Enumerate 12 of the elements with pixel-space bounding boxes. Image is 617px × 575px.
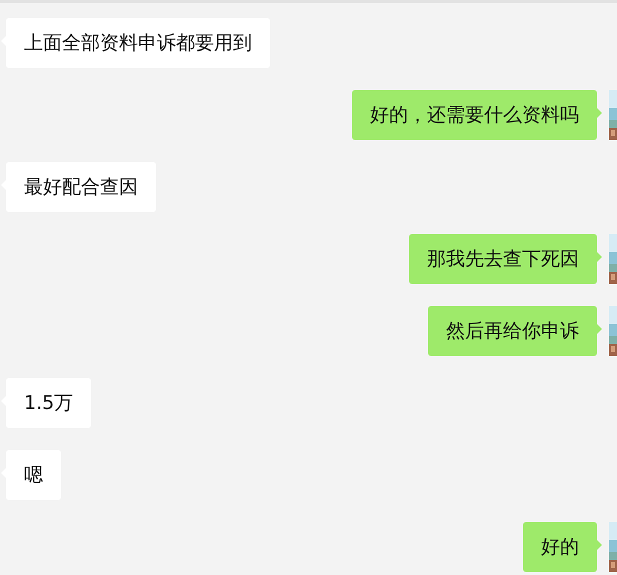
message-bubble: 那我先去查下死因: [409, 234, 597, 284]
message-bubble: 1.5万: [6, 378, 92, 428]
message-bubble: 然后再给你申诉: [428, 306, 597, 356]
bubble-tail-icon: [597, 540, 602, 550]
message-bubble: 好的，还需要什么资料吗: [352, 90, 597, 140]
bubble-tail-icon: [597, 324, 602, 334]
message-bubble: 好的: [523, 522, 597, 572]
bubble-tail-icon: [597, 252, 602, 262]
message-bubble: 嗯: [6, 450, 61, 500]
message-bubble: 最好配合查因: [6, 162, 156, 212]
bubble-tail-icon: [597, 108, 602, 118]
message-bubble: 上面全部资料申诉都要用到: [6, 18, 270, 68]
